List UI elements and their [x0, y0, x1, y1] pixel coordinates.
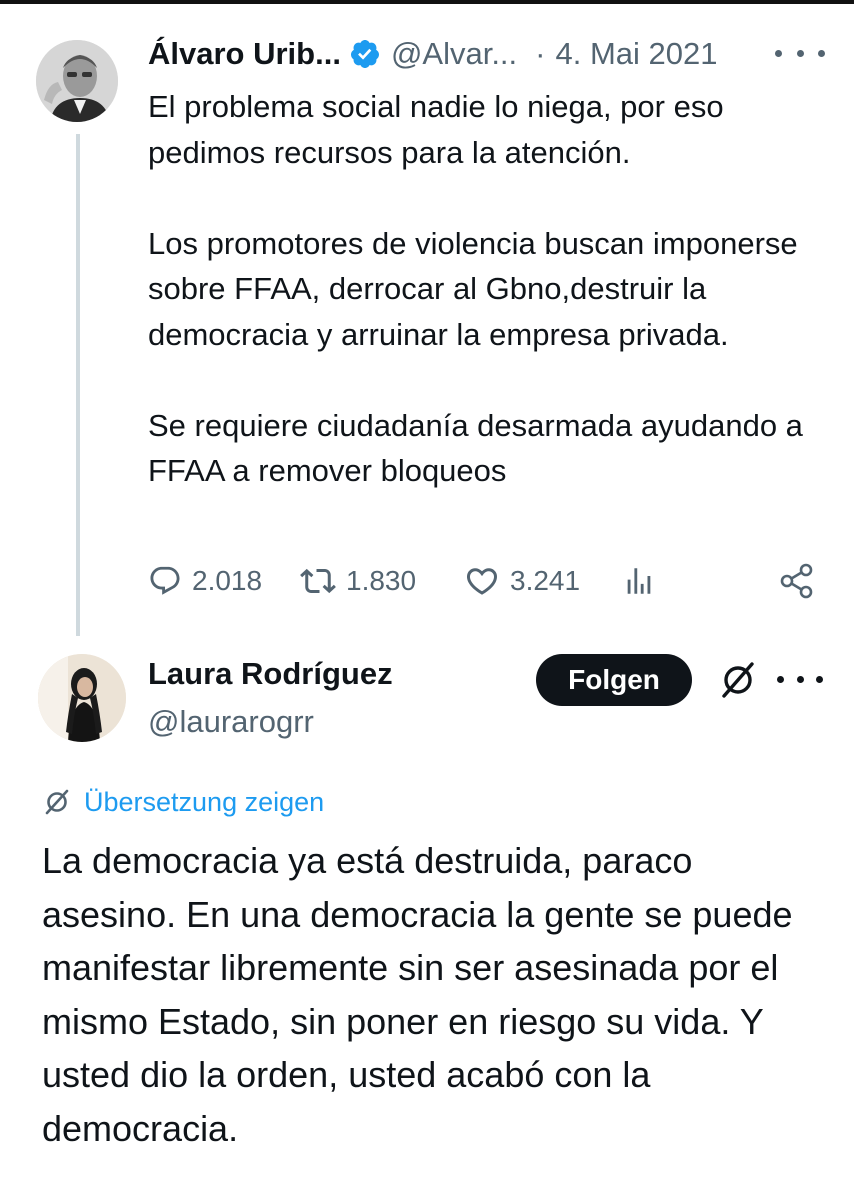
- tweet-actions-bar: 2.018 1.830 3.241: [148, 556, 818, 606]
- tweet-paragraph: El problema social nadie lo niega, por e…: [148, 89, 724, 170]
- share-icon: [780, 563, 813, 599]
- top-edge-bar: [0, 0, 854, 4]
- author-handle[interactable]: @Alvar...: [391, 36, 517, 72]
- verified-badge-icon: [350, 40, 379, 68]
- analytics-icon: [627, 568, 651, 594]
- author-display-name[interactable]: Álvaro Urib...: [148, 36, 341, 72]
- show-translation-link[interactable]: Übersetzung zeigen: [42, 782, 324, 822]
- reply-author-avatar[interactable]: [38, 654, 126, 742]
- author-avatar[interactable]: [36, 40, 118, 122]
- like-count: 3.241: [510, 565, 581, 596]
- reply-text: La democracia ya está destruida, paraco …: [42, 840, 793, 1149]
- header-separator: ·: [535, 36, 546, 71]
- reply-author-display-name[interactable]: Laura Rodríguez: [148, 656, 393, 692]
- tweet-text: El problema social nadie lo niega, por e…: [148, 84, 828, 494]
- more-options-icon[interactable]: [775, 38, 825, 68]
- retweet-button[interactable]: 1.830: [300, 556, 416, 606]
- views-button[interactable]: [622, 556, 656, 606]
- reply-count: 2.018: [192, 565, 263, 596]
- reply-author-photo: [38, 654, 126, 742]
- tweet-paragraph: Se requiere ciudadanía desarmada ayudand…: [148, 407, 803, 489]
- follow-button[interactable]: Folgen: [536, 654, 692, 706]
- tweet-date[interactable]: 4. Mai 2021: [556, 36, 718, 72]
- show-translation-label: Übersetzung zeigen: [84, 786, 325, 817]
- like-button[interactable]: 3.241: [464, 556, 580, 606]
- tweet-paragraph: Los promotores de violencia buscan impon…: [148, 225, 798, 352]
- share-button[interactable]: [778, 556, 816, 606]
- retweet-count: 1.830: [346, 565, 417, 596]
- retweet-icon: [300, 568, 336, 594]
- reply-icon: [150, 566, 180, 595]
- reply-author-handle[interactable]: @laurarogrr: [148, 704, 314, 740]
- author-photo: [36, 40, 118, 122]
- translate-icon: [45, 789, 69, 815]
- reply-button[interactable]: 2.018: [148, 556, 262, 606]
- reply-more-options-icon[interactable]: [777, 666, 823, 692]
- tweet-header: Álvaro Urib... @Alvar... · 4. Mai 2021: [148, 34, 718, 74]
- grok-icon[interactable]: [716, 658, 760, 702]
- thread-connector-line: [76, 134, 80, 636]
- heart-icon: [466, 568, 498, 595]
